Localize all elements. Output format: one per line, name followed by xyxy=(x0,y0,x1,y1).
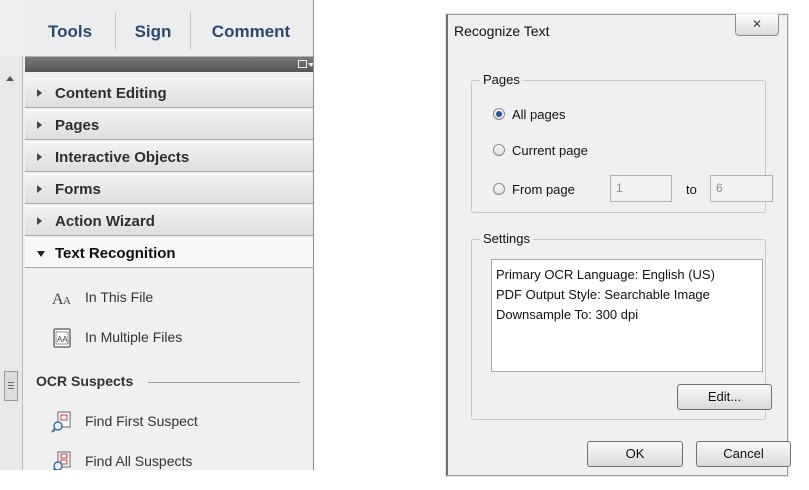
scroll-grip-handle[interactable] xyxy=(4,371,18,401)
section-forms[interactable]: Forms xyxy=(25,174,313,204)
tools-panel: Tools Sign Comment Content Editing Pages… xyxy=(0,0,314,470)
section-action-wizard[interactable]: Action Wizard xyxy=(25,206,313,236)
radio-current-page[interactable] xyxy=(493,144,505,156)
dialog-title: Recognize Text xyxy=(454,23,550,39)
tab-comment[interactable]: Comment xyxy=(191,0,311,56)
section-label: Text Recognition xyxy=(55,245,176,262)
panel-options-menu-icon[interactable] xyxy=(298,60,313,68)
expand-arrow-icon xyxy=(37,217,42,225)
tool-label: Find First Suspect xyxy=(85,413,198,429)
to-page-field[interactable]: 6 xyxy=(710,175,773,202)
radio-from-page[interactable] xyxy=(493,183,505,195)
radio-current-page-label[interactable]: Current page xyxy=(512,143,588,158)
cancel-button[interactable]: Cancel xyxy=(696,441,791,467)
tab-tools[interactable]: Tools xyxy=(25,0,115,56)
find-suspect-icon xyxy=(51,411,71,433)
tool-label: In Multiple Files xyxy=(85,329,183,345)
radio-from-page-label[interactable]: From page xyxy=(512,182,575,197)
panel-scrollbar[interactable] xyxy=(0,56,23,470)
radio-all-pages-label[interactable]: All pages xyxy=(512,107,565,122)
section-label: Content Editing xyxy=(55,85,167,102)
svg-text:A: A xyxy=(63,295,71,307)
from-page-field[interactable]: 1 xyxy=(610,175,672,202)
tool-label: Find All Suspects xyxy=(85,453,193,469)
close-button[interactable]: ✕ xyxy=(735,14,779,36)
scroll-up-arrow-icon[interactable] xyxy=(6,76,14,81)
ok-button[interactable]: OK xyxy=(587,441,683,467)
setting-output-style: PDF Output Style: Searchable Image xyxy=(496,287,710,302)
setting-downsample: Downsample To: 300 dpi xyxy=(496,307,639,322)
expand-arrow-icon xyxy=(37,153,42,161)
recognize-text-dialog: Recognize Text ✕ Pages All pages Current… xyxy=(446,14,791,476)
tool-in-this-file[interactable]: A A In This File xyxy=(25,280,313,316)
section-text-recognition[interactable]: Text Recognition xyxy=(25,238,313,268)
settings-group-label: Settings xyxy=(480,231,533,246)
svg-text:AA: AA xyxy=(57,335,68,344)
section-label: Pages xyxy=(55,117,100,134)
section-content-editing[interactable]: Content Editing xyxy=(25,78,313,108)
section-label: Interactive Objects xyxy=(55,149,190,166)
multiple-files-icon: AA xyxy=(53,328,71,348)
pages-group-label: Pages xyxy=(480,72,523,87)
expand-arrow-icon xyxy=(37,121,42,129)
tool-find-first-suspect[interactable]: Find First Suspect xyxy=(25,404,313,440)
section-interactive-objects[interactable]: Interactive Objects xyxy=(25,142,313,172)
section-label: Forms xyxy=(55,181,101,198)
find-all-suspects-icon xyxy=(52,451,71,470)
close-icon: ✕ xyxy=(751,17,763,31)
expand-arrow-icon xyxy=(37,185,42,193)
edit-button[interactable]: Edit... xyxy=(677,384,772,410)
tool-label: In This File xyxy=(85,289,154,305)
section-pages[interactable]: Pages xyxy=(25,110,313,140)
panel-options-bar xyxy=(25,57,313,72)
section-label: Action Wizard xyxy=(55,213,155,230)
tab-sign[interactable]: Sign xyxy=(116,0,190,56)
ocr-suspects-heading: OCR Suspects xyxy=(36,373,134,389)
radio-all-pages[interactable] xyxy=(493,108,505,120)
setting-ocr-language: Primary OCR Language: English (US) xyxy=(496,267,715,282)
panel-tab-bar: Tools Sign Comment xyxy=(25,0,313,57)
expand-arrow-icon xyxy=(37,89,42,97)
to-label: to xyxy=(686,182,697,197)
heading-divider xyxy=(148,382,300,383)
collapse-arrow-icon xyxy=(37,251,45,257)
tool-find-all-suspects[interactable]: Find All Suspects xyxy=(25,444,313,470)
tool-in-multiple-files[interactable]: AA In Multiple Files xyxy=(25,320,313,356)
text-aa-icon: A A xyxy=(52,291,71,308)
settings-summary-box: Primary OCR Language: English (US) PDF O… xyxy=(491,259,763,372)
